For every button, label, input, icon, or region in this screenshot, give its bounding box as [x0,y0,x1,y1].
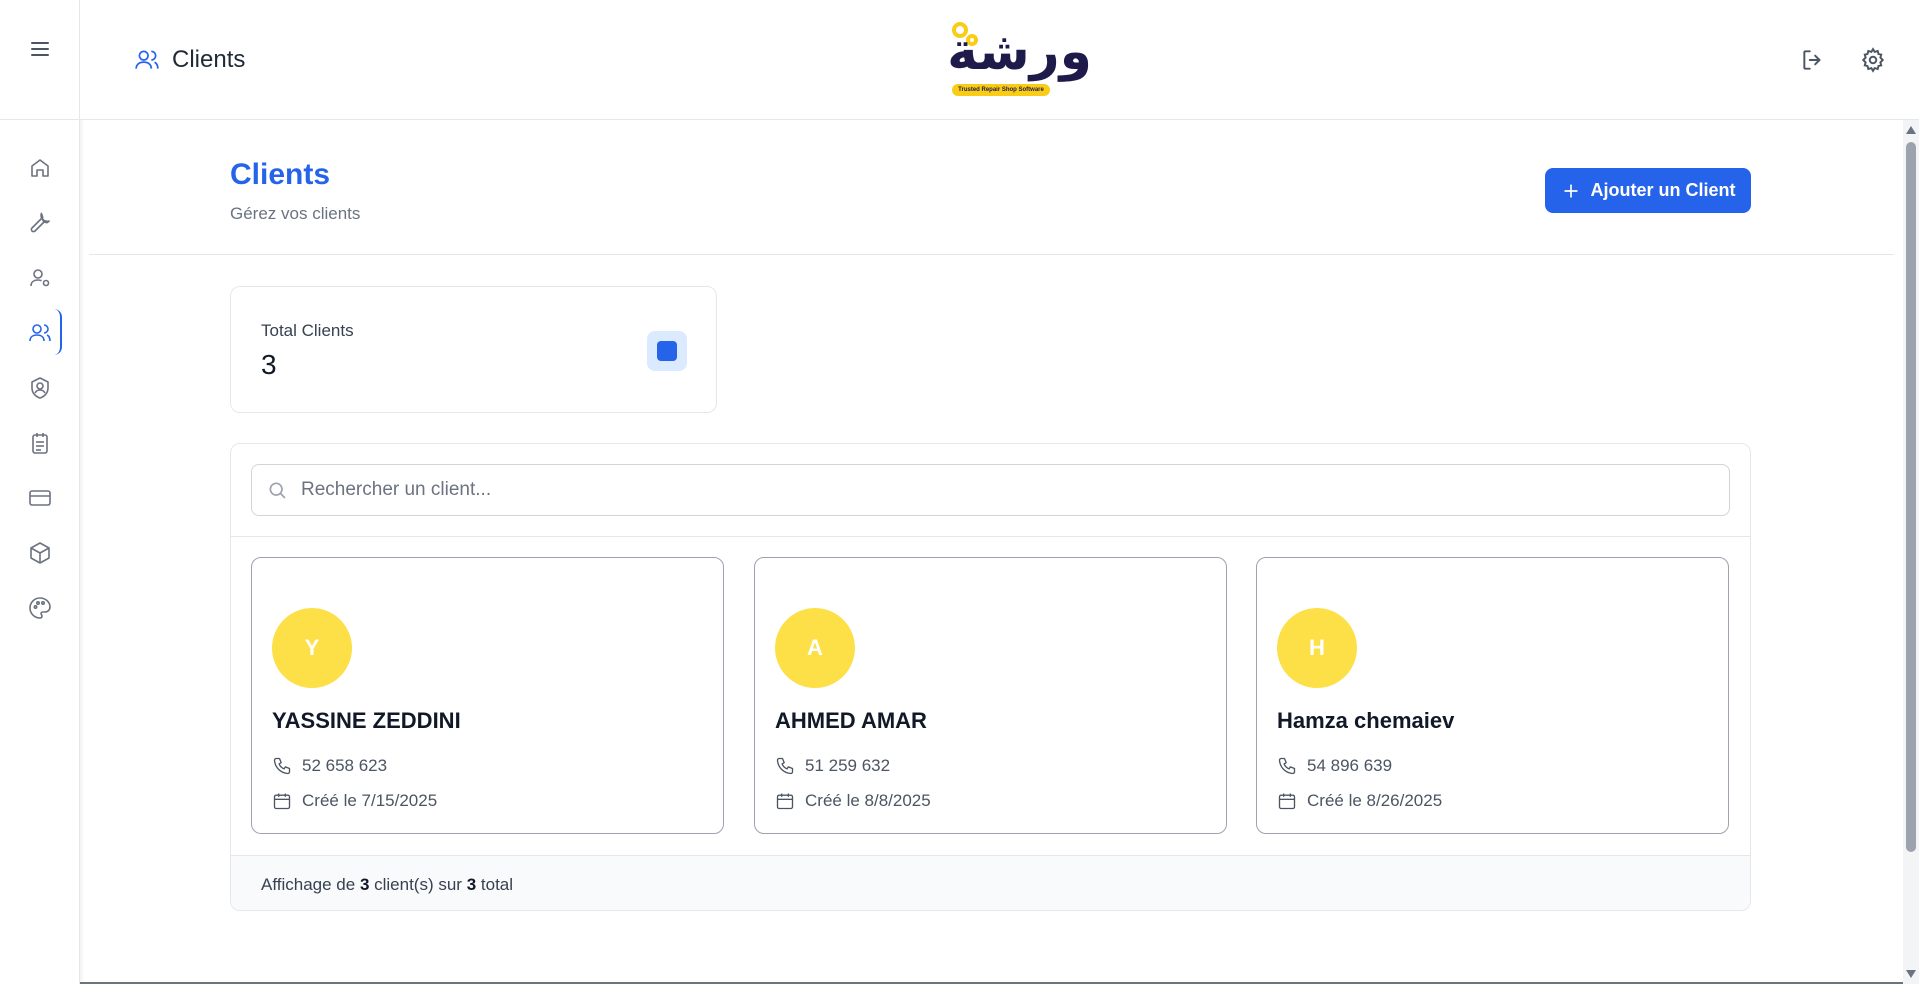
summary-shown-count: 3 [359,875,375,894]
sidebar-item-technicians[interactable] [0,250,80,305]
users-icon [135,50,159,69]
sidebar-item-clients[interactable] [0,305,80,360]
sidebar-item-orders[interactable] [0,415,80,470]
header-title: Clients [134,46,245,74]
page-header: Clients Gérez vos clients Ajouter un Cli… [89,120,1894,255]
brand-logo: ورشة Trusted Repair Shop Software [942,14,1102,102]
calendar-icon [273,793,291,810]
page-subtitle: Gérez vos clients [230,204,361,223]
phone-icon [776,757,794,775]
client-phone-row: 52 658 623 [272,756,387,776]
client-phone: 51 259 632 [805,756,891,775]
main-content: Clients Gérez vos clients Ajouter un Cli… [89,120,1894,984]
palette-icon [29,596,51,619]
calendar-icon [1278,793,1296,810]
clients-panel: Y YASSINE ZEDDINI 52 658 623 Créé le 7/1… [230,443,1751,911]
stat-icon [647,331,687,371]
package-icon [30,541,50,564]
logo-text: ورشة [947,22,1092,82]
client-card[interactable]: Y YASSINE ZEDDINI 52 658 623 Créé le 7/1… [251,557,724,834]
sidebar-item-inventory[interactable] [0,525,80,580]
menu-toggle-icon[interactable] [28,37,52,61]
shield-user-icon [31,376,49,399]
settings-gear-icon[interactable] [1860,47,1886,73]
top-header: Clients ورشة Trusted Repair Shop Softwar… [80,0,1919,120]
client-date-row: Créé le 8/26/2025 [1277,791,1442,811]
vertical-scrollbar[interactable] [1903,120,1919,984]
square-icon [657,341,677,361]
panel-divider [231,536,1750,537]
client-phone-row: 54 896 639 [1277,756,1392,776]
client-phone: 54 896 639 [1307,756,1393,775]
search-icon [269,482,286,499]
scroll-thumb[interactable] [1906,142,1916,852]
stat-label: Total Clients [261,321,354,340]
page-title: Clients [230,158,331,191]
client-date-row: Créé le 7/15/2025 [272,791,437,811]
sidebar-item-repairs[interactable] [0,195,80,250]
sidebar-item-home[interactable] [0,140,80,195]
phone-icon [1278,757,1296,775]
avatar: Y [272,608,352,688]
summary-prefix: Affichage de [261,875,360,894]
credit-card-icon [29,489,51,506]
search-box[interactable] [251,464,1730,516]
user-settings-icon [30,268,50,286]
client-created: Créé le 8/8/2025 [805,791,931,810]
add-client-button[interactable]: Ajouter un Client [1545,168,1751,213]
client-card[interactable]: H Hamza chemaiev 54 896 639 Créé le 8/26… [1256,557,1729,834]
client-name: YASSINE ZEDDINI [272,708,461,733]
client-date-row: Créé le 8/8/2025 [775,791,931,811]
avatar: A [775,608,855,688]
sidebar-item-payments[interactable] [0,470,80,525]
plus-icon [1563,183,1578,198]
client-name: AHMED AMAR [775,708,927,733]
logout-icon[interactable] [1800,47,1826,73]
client-name: Hamza chemaiev [1277,708,1455,733]
add-client-label: Ajouter un Client [1590,180,1736,200]
scroll-down-arrow-icon[interactable] [1906,970,1916,978]
client-phone: 52 658 623 [302,756,388,775]
avatar: H [1277,608,1357,688]
client-created: Créé le 7/15/2025 [302,791,438,810]
scroll-up-arrow-icon[interactable] [1906,126,1916,134]
header-title-text: Clients [172,46,246,73]
sidebar-item-theme[interactable] [0,580,80,635]
sidebar-item-users[interactable] [0,360,80,415]
summary-middle: client(s) sur [374,875,467,894]
sidebar-nav [0,140,80,635]
search-input[interactable] [301,479,1701,501]
clipboard-icon [32,432,48,454]
client-created: Créé le 8/26/2025 [1307,791,1443,810]
wrench-icon [30,212,50,232]
users-icon [29,323,51,341]
total-clients-card: Total Clients 3 [230,286,717,413]
client-card[interactable]: A AHMED AMAR 51 259 632 Créé le 8/8/2025 [754,557,1227,834]
summary-total-count: 3 [466,875,481,894]
stat-value: 3 [261,349,277,380]
sidebar-divider [0,119,80,120]
results-summary: Affichage de 3 client(s) sur 3 total [231,855,1750,910]
calendar-icon [776,793,794,810]
home-icon [31,158,49,177]
summary-suffix: total [480,875,514,894]
logo-tagline: Trusted Repair Shop Software [952,84,1050,96]
sidebar [0,0,80,984]
client-phone-row: 51 259 632 [775,756,890,776]
phone-icon [273,757,291,775]
